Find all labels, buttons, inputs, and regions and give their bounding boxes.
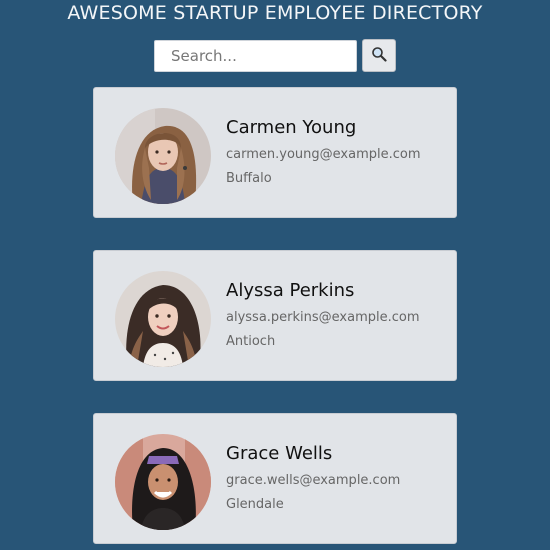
employee-city: Buffalo	[226, 171, 272, 186]
employee-email: alyssa.perkins@example.com	[226, 310, 420, 325]
employee-name: Grace Wells	[226, 443, 333, 464]
employee-city: Antioch	[226, 334, 276, 349]
employee-email: grace.wells@example.com	[226, 473, 401, 488]
page-title: AWESOME STARTUP EMPLOYEE DIRECTORY	[67, 2, 483, 24]
employee-card[interactable]: Grace Wells grace.wells@example.com Glen…	[93, 413, 457, 544]
employee-card[interactable]: Carmen Young carmen.young@example.com Bu…	[93, 87, 457, 218]
avatar	[115, 434, 211, 530]
employee-card[interactable]: Alyssa Perkins alyssa.perkins@example.co…	[93, 250, 457, 381]
search-icon	[371, 46, 387, 65]
search-bar	[154, 39, 396, 72]
employee-name: Carmen Young	[226, 117, 357, 138]
search-input[interactable]	[154, 39, 357, 72]
avatar	[115, 271, 211, 367]
employee-city: Glendale	[226, 497, 284, 512]
avatar	[115, 108, 211, 204]
employee-directory-page: AWESOME STARTUP EMPLOYEE DIRECTORY Searc…	[0, 0, 550, 550]
employee-name: Alyssa Perkins	[226, 280, 355, 301]
search-button[interactable]	[362, 39, 396, 72]
employee-email: carmen.young@example.com	[226, 147, 421, 162]
